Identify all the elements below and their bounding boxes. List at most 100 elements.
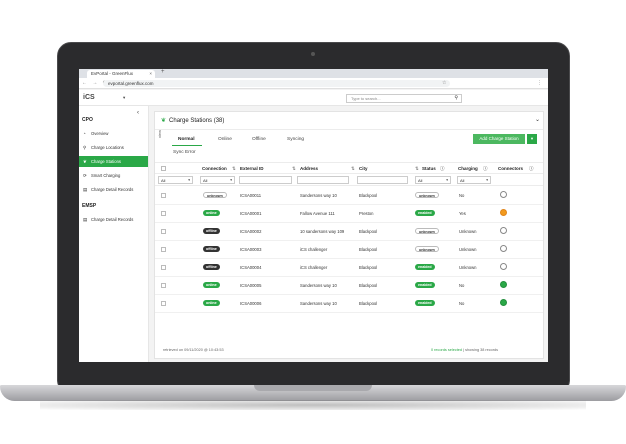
search-input[interactable]: Type to search... ⚲ xyxy=(346,94,462,103)
sidebar-item-smart-charging[interactable]: ⟳ Smart Charging xyxy=(79,170,148,181)
sort-icon[interactable]: ⇅ xyxy=(351,166,355,172)
records-icon: ▤ xyxy=(83,217,88,222)
info-icon[interactable]: ⓘ xyxy=(529,166,534,172)
sort-icon[interactable]: ⇅ xyxy=(292,166,296,172)
location-pin-icon: ⚲ xyxy=(83,145,87,150)
sort-icon[interactable]: ⇅ xyxy=(232,166,236,172)
connector-status-icon[interactable] xyxy=(500,299,507,306)
divider xyxy=(155,129,543,130)
gauge-icon: ◔ xyxy=(83,131,86,136)
row-checkbox[interactable] xyxy=(161,193,166,198)
bookmark-star-icon[interactable]: ☆ xyxy=(442,80,446,86)
filter-row: All ▾ All ▾ All ▾ All ▾ xyxy=(155,174,543,186)
chevron-down-icon[interactable]: ⌄ xyxy=(535,116,540,123)
chevron-down-icon: ▾ xyxy=(486,178,488,182)
row-checkbox[interactable] xyxy=(161,301,166,306)
sidebar-item-overview[interactable]: ◔ Overview xyxy=(79,128,148,139)
sidebar-item-emsp-cdr[interactable]: ▤ Charge Detail Records xyxy=(79,214,148,225)
smart-charging-icon: ⟳ xyxy=(83,173,87,178)
column-header-connectors[interactable]: Connectors xyxy=(498,166,523,171)
row-checkbox[interactable] xyxy=(161,229,166,234)
filter-value: All xyxy=(460,178,465,183)
row-checkbox[interactable] xyxy=(161,211,166,216)
external-id-cell[interactable]: ICSA00004 xyxy=(240,265,261,270)
filter-select-status[interactable]: All ▾ xyxy=(415,176,451,184)
add-charge-station-button[interactable]: Add Charge Station xyxy=(473,134,525,144)
connector-status-icon[interactable] xyxy=(500,191,507,198)
table-row[interactable]: online ICSA00001 Fallow Avenue 111 Preston e… xyxy=(155,205,543,223)
sidebar-item-charge-stations[interactable]: ❦ Charge Stations xyxy=(79,156,148,167)
chevron-down-icon: ▾ xyxy=(230,178,232,182)
sidebar-item-label: Charge Detail Records xyxy=(91,217,134,222)
filter-select-first[interactable]: All ▾ xyxy=(158,176,193,184)
connector-status-icon[interactable] xyxy=(500,227,507,234)
search-icon[interactable]: ⚲ xyxy=(454,95,458,101)
table-row[interactable]: online ICSA00005 Sandersons way 10 Blackpoo… xyxy=(155,277,543,295)
sidebar-item-label: Charge Stations xyxy=(91,159,122,164)
column-header-charging[interactable]: Charging xyxy=(458,166,478,171)
row-checkbox[interactable] xyxy=(161,283,166,288)
add-options-button[interactable]: ▾ xyxy=(527,134,537,144)
city-cell: Blackpool xyxy=(359,229,378,234)
column-header-external-id[interactable]: External ID xyxy=(240,166,264,171)
table-row[interactable]: offline ICSA00002 10 sandersons way 109 Bla… xyxy=(155,223,543,241)
external-id-cell[interactable]: ICSA00005 xyxy=(240,283,261,288)
filter-input-city[interactable] xyxy=(357,176,408,184)
url-field[interactable]: evportal.greenflux.com xyxy=(103,80,450,87)
logo[interactable]: iCS xyxy=(83,94,95,101)
browser-menu-icon[interactable]: ⋮ xyxy=(537,80,542,86)
row-checkbox[interactable] xyxy=(161,247,166,252)
connector-status-icon[interactable] xyxy=(500,263,507,270)
leaf-icon: ❦ xyxy=(83,159,87,164)
column-header-city[interactable]: City xyxy=(359,166,368,171)
table-row[interactable]: unknown ICSA00011 Sandersons way 10 Blackpo… xyxy=(155,187,543,205)
connection-badge: online xyxy=(203,300,220,306)
new-tab-button[interactable]: + xyxy=(161,69,165,75)
filter-input-external-id[interactable] xyxy=(239,176,292,184)
table-header: Connection ⇅ External ID ⇅ Address ⇅ Cit… xyxy=(155,162,543,174)
sidebar: ‹ CPO ◔ Overview ⚲ Charge Locations ❦ Ch… xyxy=(79,106,149,362)
sidebar-item-charge-locations[interactable]: ⚲ Charge Locations xyxy=(79,142,148,153)
external-id-cell[interactable]: ICSA00011 xyxy=(240,193,261,198)
table-row[interactable]: offline ICSA00004 iCS challenger Blackpool e… xyxy=(155,259,543,277)
collapse-sidebar-icon[interactable]: ‹ xyxy=(137,110,139,116)
external-id-cell[interactable]: ICSA00001 xyxy=(240,211,261,216)
column-header-address[interactable]: Address xyxy=(300,166,318,171)
filter-input-address[interactable] xyxy=(297,176,349,184)
tab-syncing[interactable]: Syncing xyxy=(287,137,304,142)
filter-select-charging[interactable]: All ▾ xyxy=(457,176,491,184)
close-icon[interactable]: × xyxy=(149,71,152,76)
sort-icon[interactable]: ⇅ xyxy=(415,166,419,172)
external-id-cell[interactable]: ICSA00002 xyxy=(240,229,261,234)
status-badge: enabled xyxy=(415,264,435,270)
tab-online[interactable]: Online xyxy=(218,137,232,142)
table-row[interactable]: online ICSA00006 Sandersons way 10 Blackpoo… xyxy=(155,295,543,313)
search-placeholder: Type to search... xyxy=(351,96,381,101)
tab-sync-error[interactable]: Sync Error xyxy=(173,150,196,155)
browser-tab[interactable]: EvPortal - GreenFlux × xyxy=(87,70,155,78)
table-row[interactable]: offline ICSA00003 iCS challenger Blackpool u… xyxy=(155,241,543,259)
row-checkbox[interactable] xyxy=(161,265,166,270)
chevron-down-icon: ▾ xyxy=(188,178,190,182)
laptop-frame: EvPortal - GreenFlux × + ← → ⟳ evportal.… xyxy=(0,0,626,444)
external-id-cell[interactable]: ICSA00006 xyxy=(240,301,261,306)
address-cell: Sandersons way 10 xyxy=(300,301,337,306)
external-id-cell[interactable]: ICSA00003 xyxy=(240,247,261,252)
sidebar-section-cpo: CPO xyxy=(82,117,93,123)
address-cell: Fallow Avenue 111 xyxy=(300,211,335,216)
info-icon[interactable]: ⓘ xyxy=(483,166,488,172)
connector-status-icon[interactable] xyxy=(500,245,507,252)
column-header-status[interactable]: Status xyxy=(422,166,436,171)
column-header-connection[interactable]: Connection xyxy=(202,166,227,171)
connector-status-icon[interactable] xyxy=(500,209,507,216)
connector-status-icon[interactable] xyxy=(500,281,507,288)
select-all-checkbox[interactable] xyxy=(161,166,166,171)
tab-offline[interactable]: Offline xyxy=(252,137,266,142)
sidebar-item-label: Overview xyxy=(91,131,109,136)
info-icon[interactable]: ⓘ xyxy=(440,166,445,172)
sidebar-item-cpo-cdr[interactable]: ▤ Charge Detail Records xyxy=(79,184,148,195)
filter-select-connection[interactable]: All ▾ xyxy=(200,176,235,184)
chevron-down-icon[interactable]: ▾ xyxy=(123,95,125,101)
charging-cell: Yes xyxy=(459,211,466,216)
tab-normal[interactable]: Normal xyxy=(178,137,195,142)
